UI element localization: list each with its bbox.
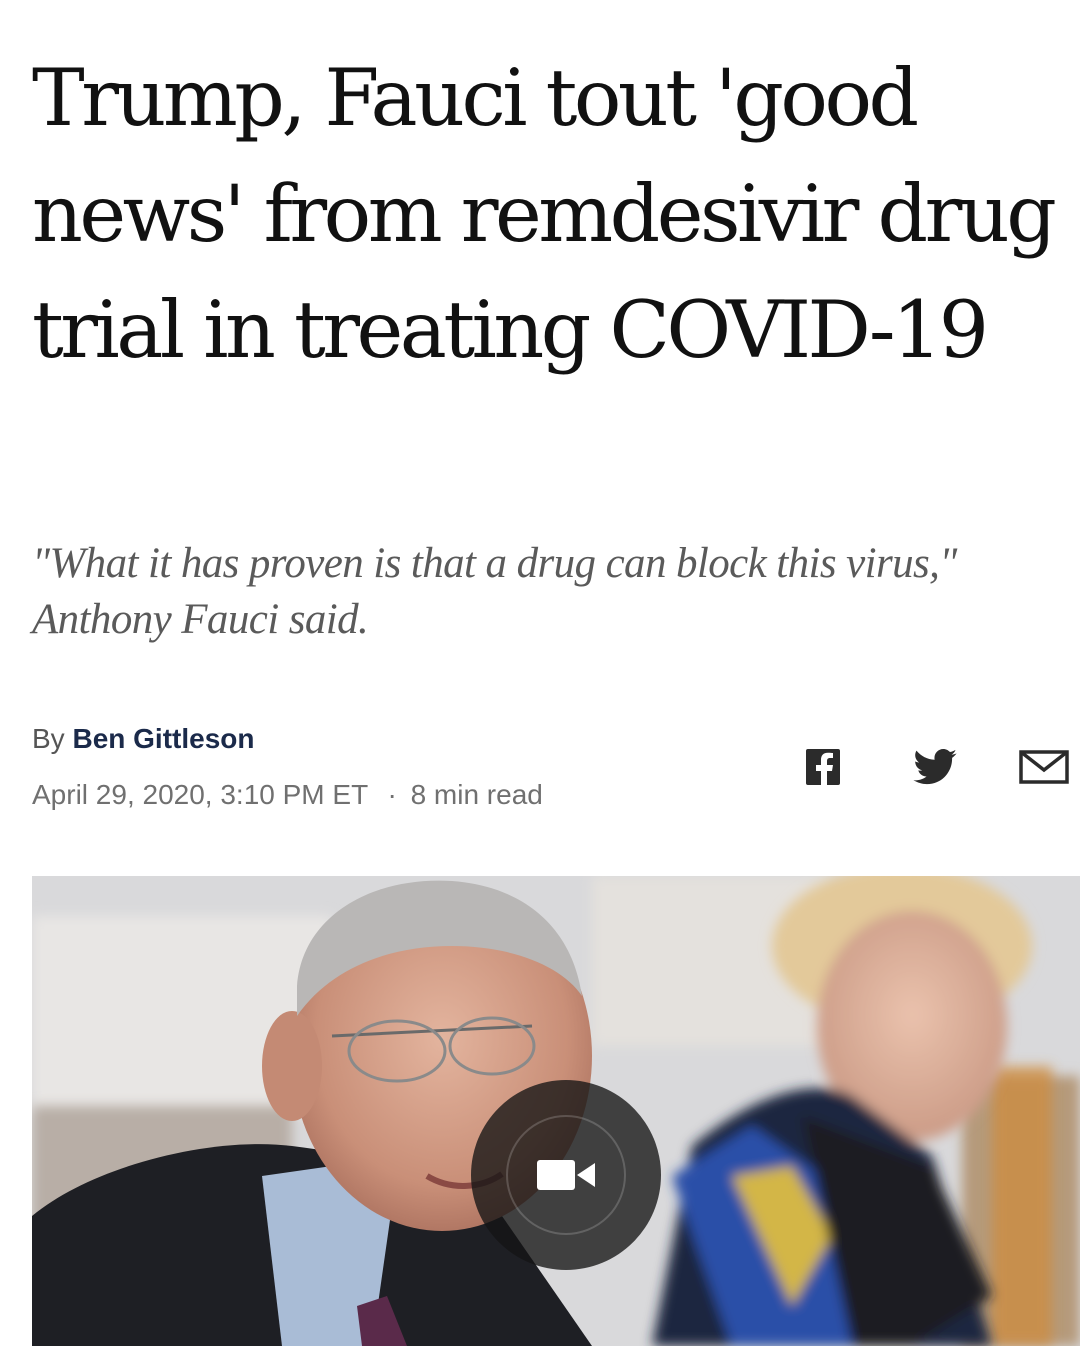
email-icon — [1019, 750, 1069, 784]
share-twitter-button[interactable] — [911, 747, 959, 787]
meta-separator: · — [387, 779, 397, 810]
publish-date: April 29, 2020, 3:10 PM ET — [32, 779, 368, 810]
video-play-button[interactable] — [471, 1080, 661, 1270]
article-dek: "What it has proven is that a drug can b… — [32, 540, 957, 643]
byline-prefix: By — [32, 723, 65, 754]
author-link[interactable]: Ben Gittleson — [72, 723, 254, 754]
read-time: 8 min read — [410, 779, 543, 810]
article-headline: Trump, Fauci tout 'good news' from remde… — [32, 52, 1057, 376]
facebook-icon — [806, 749, 840, 785]
dateline: April 29, 2020, 3:10 PM ET · 8 min read — [32, 777, 543, 813]
play-button-ring — [506, 1115, 626, 1235]
share-email-button[interactable] — [1018, 747, 1070, 787]
share-facebook-button[interactable] — [804, 747, 842, 787]
twitter-icon — [913, 749, 957, 785]
byline: By Ben Gittleson — [32, 721, 254, 757]
